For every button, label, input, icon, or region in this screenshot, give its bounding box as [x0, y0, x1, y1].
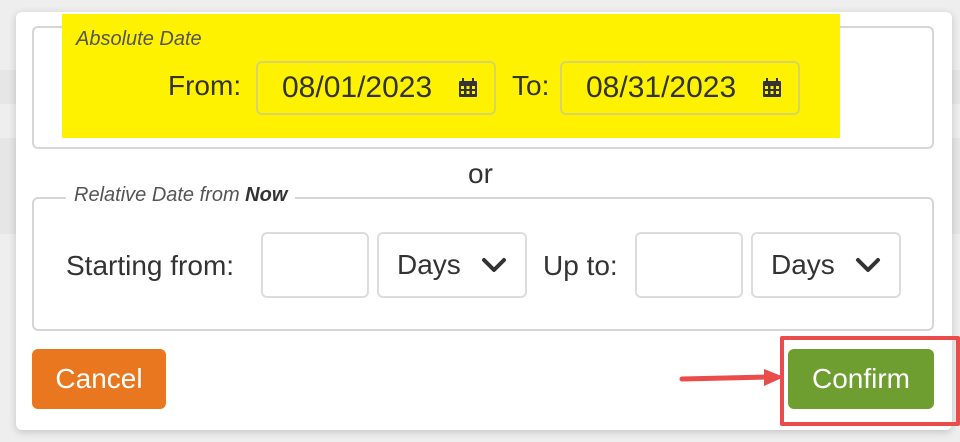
calendar-icon[interactable]	[762, 78, 782, 98]
or-separator: or	[468, 158, 493, 189]
starting-unit-select[interactable]: Days	[377, 232, 527, 298]
starting-from-input[interactable]	[261, 232, 369, 298]
up-to-unit-select[interactable]: Days	[751, 232, 901, 298]
arrow-annotation	[679, 369, 784, 386]
to-label: To:	[512, 70, 550, 101]
absolute-date-legend: Absolute Date	[76, 28, 202, 50]
relative-date-legend: Relative Date from Now	[66, 184, 296, 207]
chevron-down-icon	[482, 258, 506, 272]
starting-unit-value: Days	[397, 249, 461, 280]
from-date-value: 08/01/2023	[282, 71, 433, 104]
relative-legend-prefix: Relative Date from	[74, 184, 246, 206]
to-date-value: 08/31/2023	[586, 71, 737, 104]
chevron-down-icon	[856, 258, 880, 272]
confirm-button[interactable]: Confirm	[788, 349, 934, 409]
cancel-button[interactable]: Cancel	[32, 349, 166, 409]
up-to-input[interactable]	[635, 232, 743, 298]
to-date-field[interactable]: 08/31/2023	[560, 61, 800, 115]
date-range-dialog: Absolute Date From: 08/01/2023 To: 08/31…	[16, 12, 960, 430]
up-to-unit-value: Days	[771, 249, 835, 280]
relative-legend-now: Now	[245, 184, 288, 206]
from-label: From:	[168, 70, 242, 101]
calendar-icon[interactable]	[458, 78, 478, 98]
starting-from-label: Starting from:	[66, 250, 235, 281]
from-date-field[interactable]: 08/01/2023	[256, 61, 496, 115]
up-to-label: Up to:	[543, 250, 618, 281]
